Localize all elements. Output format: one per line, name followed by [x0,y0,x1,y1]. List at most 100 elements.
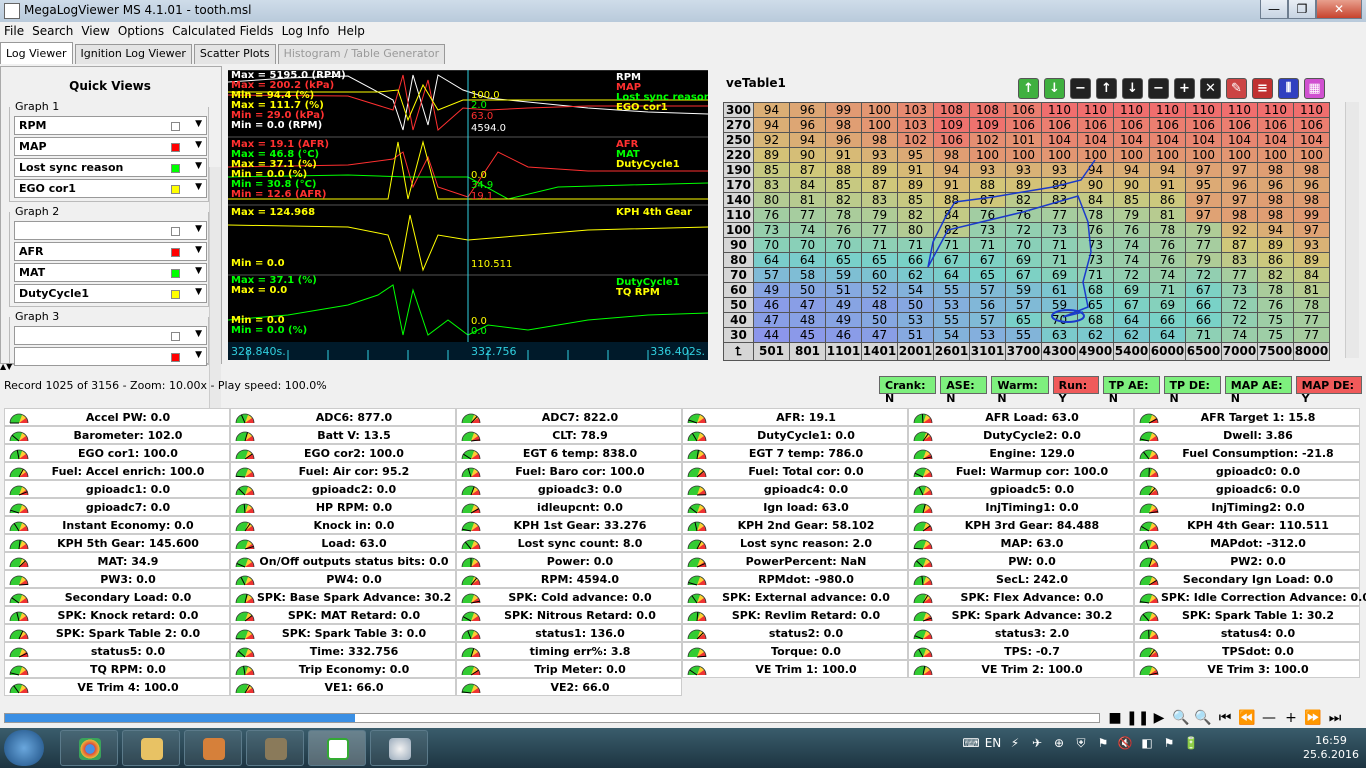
ve-cell[interactable]: 77 [1293,312,1330,328]
ve-cell[interactable]: 58 [789,267,826,283]
up-arrow-icon[interactable]: ↑ [1096,78,1117,99]
color-swatch[interactable] [171,290,180,299]
gauge-cell[interactable]: gpioadc6: 0.0 [1134,480,1360,498]
ve-cell[interactable]: 69 [1149,297,1186,313]
gradient-icon[interactable]: ▦ [1304,78,1325,99]
ve-cell[interactable]: 60 [861,267,898,283]
gauge-cell[interactable]: Secondary Ign Load: 0.0 [1134,570,1360,588]
tab-scatter-plots[interactable]: Scatter Plots [193,44,276,64]
minimize-button[interactable]: — [1260,0,1288,19]
gauge-cell[interactable]: Trip Meter: 0.0 [456,660,682,678]
ve-cell[interactable]: 68 [1077,282,1114,298]
gauge-cell[interactable]: TPSdot: 0.0 [1134,642,1360,660]
ve-cell[interactable]: 89 [897,177,934,193]
gauge-cell[interactable]: gpioadc1: 0.0 [4,480,230,498]
ve-cell[interactable]: 89 [753,147,790,163]
ve-cell[interactable]: 46 [753,297,790,313]
ve-cell[interactable]: 73 [1077,237,1114,253]
log-chart-canvas[interactable]: Max = 5195.0 (RPM)Max = 200.2 (kPa)Min =… [227,69,711,360]
gauge-cell[interactable]: VE Trim 4: 100.0 [4,678,230,696]
gauge-cell[interactable]: gpioadc5: 0.0 [908,480,1134,498]
ve-cell[interactable]: 101 [1005,132,1042,148]
ve-cell[interactable]: 104 [1149,132,1186,148]
ve-cell[interactable]: 71 [969,237,1006,253]
ve-cell[interactable]: 62 [1077,327,1114,343]
gauge-cell[interactable]: PW4: 0.0 [230,570,456,588]
ve-cell[interactable]: 97 [1185,207,1222,223]
maximize-button[interactable]: ❐ [1288,0,1316,19]
ve-cell[interactable]: 89 [1293,252,1330,268]
gauge-cell[interactable]: Fuel: Baro cor: 100.0 [456,462,682,480]
ve-cell[interactable]: 100 [861,117,898,133]
ve-cell[interactable]: 109 [969,117,1006,133]
ve-cell[interactable]: 104 [1077,132,1114,148]
ve-cell[interactable]: 57 [753,267,790,283]
ve-cell[interactable]: 84 [933,207,970,223]
ve-cell[interactable]: 66 [1149,312,1186,328]
minus-icon[interactable]: − [1070,78,1091,99]
ve-cell[interactable]: 71 [1041,237,1078,253]
ve-cell[interactable]: 94 [753,102,790,118]
menu-file[interactable]: File [0,22,28,42]
speed-down-button[interactable]: — [1258,708,1280,728]
color-swatch[interactable] [171,269,180,278]
ve-cell[interactable]: 96 [1257,177,1294,193]
ve-cell[interactable]: 59 [1041,297,1078,313]
ve-cell[interactable]: 106 [1005,117,1042,133]
ve-cell[interactable]: 106 [1257,117,1294,133]
gauge-cell[interactable]: VE Trim 3: 100.0 [1134,660,1360,678]
ve-cell[interactable]: 74 [1149,267,1186,283]
gauge-cell[interactable]: Fuel Consumption: -21.8 [1134,444,1360,462]
ve-cell[interactable]: 110 [1293,102,1330,118]
gauge-cell[interactable]: InjTiming1: 0.0 [908,498,1134,516]
ve-cell[interactable]: 102 [969,132,1006,148]
chart-table-splitter[interactable] [708,70,718,360]
gauge-cell[interactable]: Time: 332.756 [230,642,456,660]
ve-cell[interactable]: 51 [825,282,862,298]
tray-icon[interactable]: EN [982,736,1004,756]
ve-cell[interactable]: 85 [825,177,862,193]
ve-cell[interactable]: 98 [1293,162,1330,178]
gauge-cell[interactable]: SecL: 242.0 [908,570,1134,588]
ve-cell[interactable]: 106 [933,132,970,148]
rows-icon[interactable]: ≡ [1252,78,1273,99]
ve-cell[interactable]: 71 [897,237,934,253]
first-record-button[interactable]: ⏮ [1214,708,1236,728]
ve-cell[interactable]: 73 [753,222,790,238]
ve-cell[interactable]: 44 [753,327,790,343]
ve-cell[interactable]: 55 [933,312,970,328]
zoom-out-button[interactable]: 🔍− [1170,708,1192,746]
gauge-cell[interactable]: VE2: 66.0 [456,678,682,696]
gauge-cell[interactable]: TQ RPM: 0.0 [4,660,230,678]
ve-cell[interactable]: 98 [1257,162,1294,178]
ve-cell[interactable]: 92 [1221,222,1258,238]
ve-cell[interactable]: 73 [969,222,1006,238]
gauge-cell[interactable]: Dwell: 3.86 [1134,426,1360,444]
tray-icon[interactable]: ✈ [1026,736,1048,756]
gauge-cell[interactable]: Accel PW: 0.0 [4,408,230,426]
ve-cell[interactable]: 96 [789,102,826,118]
ve-cell[interactable]: 106 [1221,117,1258,133]
gauge-cell[interactable]: InjTiming2: 0.0 [1134,498,1360,516]
stop-button[interactable]: ■ [1104,708,1126,728]
gauge-cell[interactable]: AFR: 19.1 [682,408,908,426]
gauge-cell[interactable]: Power: 0.0 [456,552,682,570]
gauge-cell[interactable]: KPH 1st Gear: 33.276 [456,516,682,534]
taskbar-paint[interactable] [370,730,428,766]
gauge-cell[interactable]: Knock in: 0.0 [230,516,456,534]
ve-cell[interactable]: 110 [1077,102,1114,118]
gauge-cell[interactable]: idleupcnt: 0.0 [456,498,682,516]
tray-icon[interactable]: 🔇 [1114,736,1136,756]
gauge-cell[interactable]: SPK: Flex Advance: 0.0 [908,588,1134,606]
gauge-cell[interactable]: status5: 0.0 [4,642,230,660]
ve-cell[interactable]: 79 [861,207,898,223]
gauge-cell[interactable]: Trip Economy: 0.0 [230,660,456,678]
gauge-cell[interactable]: Batt V: 13.5 [230,426,456,444]
ve-cell[interactable]: 106 [1149,117,1186,133]
gauge-cell[interactable]: EGT 6 temp: 838.0 [456,444,682,462]
ve-cell[interactable]: 89 [1005,177,1042,193]
ve-cell[interactable]: 54 [933,327,970,343]
ve-cell[interactable]: 90 [789,147,826,163]
gauge-cell[interactable]: Load: 63.0 [230,534,456,552]
ve-cell[interactable]: 94 [1149,162,1186,178]
